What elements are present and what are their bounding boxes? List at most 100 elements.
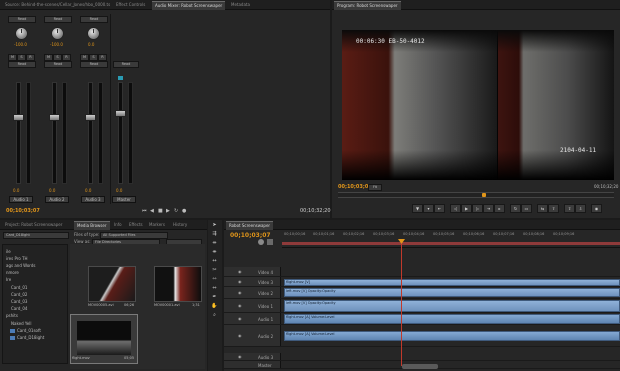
volume-fader-track[interactable] <box>16 82 21 184</box>
effects-mode-dropdown[interactable]: Read <box>80 61 108 68</box>
pan-knob[interactable] <box>88 28 99 39</box>
tab-markers[interactable]: Markers <box>146 221 168 229</box>
folder-item[interactable]: Card_03 <box>11 299 27 304</box>
solo-button[interactable]: S <box>53 54 62 61</box>
folder-item[interactable]: Card_D18ight <box>17 335 44 340</box>
speaker-icon[interactable]: ◉ <box>238 354 242 359</box>
selection-tool-icon[interactable]: ➤ <box>210 222 219 229</box>
tab-metadata[interactable]: Metadata <box>228 1 253 9</box>
folder-item[interactable]: Card_01 <box>11 285 27 290</box>
lift-icon[interactable]: ⇧ <box>564 204 575 213</box>
speaker-icon[interactable]: ◉ <box>238 333 242 338</box>
tab-audio-mixer[interactable]: Audio Mixer: Robot Screenswaper <box>152 1 226 10</box>
folder-item[interactable]: Naked Yell <box>11 321 31 326</box>
volume-fader-track[interactable] <box>52 82 57 184</box>
automation-mode-dropdown[interactable]: Read <box>80 16 108 23</box>
eye-icon[interactable]: ◉ <box>238 290 242 295</box>
folder-item[interactable]: ile <box>6 249 11 254</box>
folder-item[interactable]: ires Pro TH <box>6 256 28 261</box>
volume-fader-handle[interactable] <box>13 114 24 121</box>
step-back-icon[interactable]: ◀ <box>150 208 154 214</box>
tab-history[interactable]: History <box>170 221 190 229</box>
zoom-tool-icon[interactable]: ⌕ <box>210 312 219 319</box>
timeline-timecode[interactable]: 00;10;03;07 <box>230 232 271 239</box>
effects-mode-dropdown[interactable]: Read <box>8 61 36 68</box>
mixer-timecode-current[interactable]: 00;10;03;07 <box>6 208 40 214</box>
tab-effects[interactable]: Effects <box>126 221 146 229</box>
play-stop-icon[interactable]: ▶ <box>461 204 472 213</box>
solo-button[interactable]: S <box>89 54 98 61</box>
program-time-ruler[interactable] <box>338 192 614 198</box>
effects-mode-dropdown[interactable]: Read <box>44 61 72 68</box>
mute-button[interactable]: M <box>80 54 89 61</box>
trim-icon[interactable]: ⇆ <box>537 204 548 213</box>
pan-knob[interactable] <box>16 28 27 39</box>
loop-icon[interactable]: ↻ <box>174 208 178 214</box>
stop-icon[interactable]: ■ <box>158 208 163 214</box>
ripple-edit-tool-icon[interactable]: ⇹ <box>210 240 219 247</box>
camera-icon[interactable]: ◉ <box>591 204 602 213</box>
program-timecode[interactable]: 00;10;03;07 <box>338 184 372 190</box>
automation-mode-dropdown[interactable]: Read <box>8 16 36 23</box>
folder-item[interactable]: Card_02 <box>11 292 27 297</box>
volume-fader-handle[interactable] <box>115 110 126 117</box>
tab-project[interactable]: Project: Robot Screenswaper <box>2 221 65 229</box>
snap-icon[interactable] <box>258 239 264 245</box>
folder-item[interactable]: Card_04 <box>11 306 27 311</box>
folder-item[interactable]: pshits <box>6 313 18 318</box>
mark-in-icon[interactable]: ▼ <box>412 204 423 213</box>
slip-tool-icon[interactable]: ⇿ <box>210 276 219 283</box>
program-playhead-marker[interactable] <box>482 193 486 197</box>
speaker-icon[interactable]: ◉ <box>238 316 242 321</box>
tab-effect-controls[interactable]: Effect Controls <box>113 1 148 9</box>
volume-fader-track[interactable] <box>118 82 123 184</box>
folder-item[interactable]: Ire <box>6 277 11 282</box>
loop-icon[interactable]: ↻ <box>510 204 521 213</box>
folder-item[interactable]: Card_01soft <box>17 328 41 333</box>
folder-item[interactable]: nmore <box>6 270 19 275</box>
go-to-out-icon[interactable]: ⇥ <box>483 204 494 213</box>
eye-icon[interactable]: ◉ <box>238 279 242 284</box>
play-icon[interactable]: ▶ <box>166 208 170 214</box>
volume-fader-handle[interactable] <box>85 114 96 121</box>
level-value[interactable]: 0.0 <box>49 188 55 193</box>
step-back-icon[interactable]: ◁ <box>450 204 461 213</box>
tab-source[interactable]: Source: Behind-the-scenes/Cellar_Jones/h… <box>2 1 113 9</box>
record-icon[interactable]: ● <box>182 208 186 214</box>
add-marker-icon[interactable] <box>267 239 273 245</box>
tab-sequence[interactable]: Robot Screenswaper <box>226 221 274 230</box>
automation-mode-dropdown[interactable]: Read <box>113 61 139 68</box>
pan-value[interactable]: 0.0 <box>88 42 94 47</box>
record-button[interactable]: R <box>26 54 35 61</box>
tab-info[interactable]: Info <box>111 221 125 229</box>
volume-fader-track[interactable] <box>88 82 93 184</box>
zoom-dropdown[interactable]: Fit <box>368 184 382 191</box>
files-of-type-dropdown[interactable]: All Supported Files <box>100 232 168 239</box>
rate-stretch-tool-icon[interactable]: ↔ <box>210 258 219 265</box>
level-value[interactable]: 0.0 <box>85 188 91 193</box>
clip-video-3[interactable]: flight.mov [V] <box>284 279 620 286</box>
work-area-bar[interactable] <box>282 242 620 245</box>
drive-dropdown[interactable]: Card_D18ight <box>3 232 69 239</box>
folder-item[interactable]: ags and Words <box>6 263 36 268</box>
shuttle-icon[interactable]: ▸ <box>494 204 505 213</box>
eye-icon[interactable]: ◉ <box>238 303 242 308</box>
clip-audio-2[interactable]: flight.mov [A] Volume:Level <box>284 331 620 341</box>
pan-value[interactable]: -100.0 <box>50 42 63 47</box>
level-value[interactable]: 0.0 <box>13 188 19 193</box>
playhead-line[interactable] <box>401 244 402 366</box>
mute-button[interactable]: M <box>8 54 17 61</box>
pen-tool-icon[interactable]: ✒ <box>210 294 219 301</box>
track-select-tool-icon[interactable]: ⇶ <box>210 231 219 238</box>
clip-video-2[interactable]: left.mov [V] Opacity:Opacity <box>284 288 620 297</box>
solo-button[interactable]: S <box>17 54 26 61</box>
timeline-ruler[interactable]: 00;10;00;16 00;10;01;16 00;10;02;16 00;1… <box>282 230 620 248</box>
mark-out-icon[interactable]: ▾ <box>423 204 434 213</box>
thumbnail-mov00001[interactable] <box>154 266 202 302</box>
clip-audio-1[interactable]: flight.mov [A] Volume:Level <box>284 314 620 324</box>
eye-icon[interactable]: ◉ <box>238 269 242 274</box>
volume-fader-handle[interactable] <box>49 114 60 121</box>
tab-media-browser[interactable]: Media Browser <box>74 221 110 230</box>
step-forward-icon[interactable]: ▷ <box>472 204 483 213</box>
safe-margins-icon[interactable]: ▭ <box>521 204 532 213</box>
